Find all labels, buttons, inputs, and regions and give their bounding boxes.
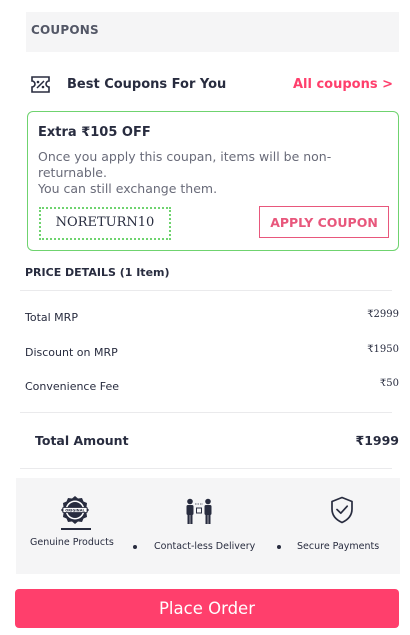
- price-value: ₹2999: [367, 309, 399, 320]
- coupon-title: Extra ₹105 OFF: [38, 125, 151, 140]
- secure-payments-label: Secure Payments: [297, 541, 380, 552]
- total-amount-value: ₹1999: [355, 433, 400, 448]
- original-seal-icon: ORIGINAL: [60, 495, 90, 529]
- divider: [20, 412, 392, 413]
- price-value: ₹1950: [367, 344, 399, 355]
- coupon-desc-line: Once you apply this coupan, items will b…: [38, 149, 332, 164]
- coupon-code: NORETURN10: [39, 207, 171, 240]
- bullet-separator: [133, 545, 137, 549]
- coupon-desc-line: returnable.: [38, 165, 107, 180]
- best-coupons-label: Best Coupons For You: [67, 77, 227, 92]
- price-label: Convenience Fee: [25, 380, 119, 393]
- divider: [20, 290, 392, 291]
- total-amount-row: Total Amount ₹1999: [35, 433, 399, 451]
- price-row-total-mrp: Total MRP ₹2999: [25, 309, 399, 325]
- place-order-button[interactable]: Place Order: [15, 589, 399, 628]
- coupon-tag-icon: [30, 75, 51, 94]
- contactless-delivery-icon: [184, 498, 214, 530]
- coupon-desc-line: You can still exchange them.: [38, 181, 218, 196]
- all-coupons-link[interactable]: All coupons >: [293, 77, 393, 92]
- coupons-section-header: COUPONS: [26, 12, 399, 52]
- coupon-card: Extra ₹105 OFF Once you apply this coupa…: [27, 111, 399, 251]
- contactless-delivery-label: Contact-less Delivery: [154, 541, 256, 552]
- price-label: Total MRP: [25, 311, 78, 324]
- price-row-convenience-fee: Convenience Fee ₹50: [25, 378, 399, 394]
- trust-badges-panel: ORIGINAL Genuine Products Contact-less D…: [16, 478, 400, 574]
- best-coupons-row: Best Coupons For You All coupons >: [30, 74, 395, 96]
- price-details-title: PRICE DETAILS (1 Item): [25, 266, 170, 279]
- total-amount-label: Total Amount: [35, 433, 129, 448]
- price-value: ₹50: [379, 378, 399, 389]
- price-label: Discount on MRP: [25, 346, 118, 359]
- shield-check-icon: [330, 496, 354, 528]
- apply-coupon-button[interactable]: APPLY COUPON: [259, 206, 389, 238]
- bullet-separator: [277, 545, 281, 549]
- divider: [20, 468, 392, 469]
- original-badge-text: ORIGINAL: [65, 509, 85, 513]
- genuine-products-label: Genuine Products: [30, 537, 114, 548]
- seal-underline: [61, 528, 91, 530]
- coupon-description: Once you apply this coupan, items will b…: [38, 149, 383, 197]
- price-row-discount: Discount on MRP ₹1950: [25, 344, 399, 360]
